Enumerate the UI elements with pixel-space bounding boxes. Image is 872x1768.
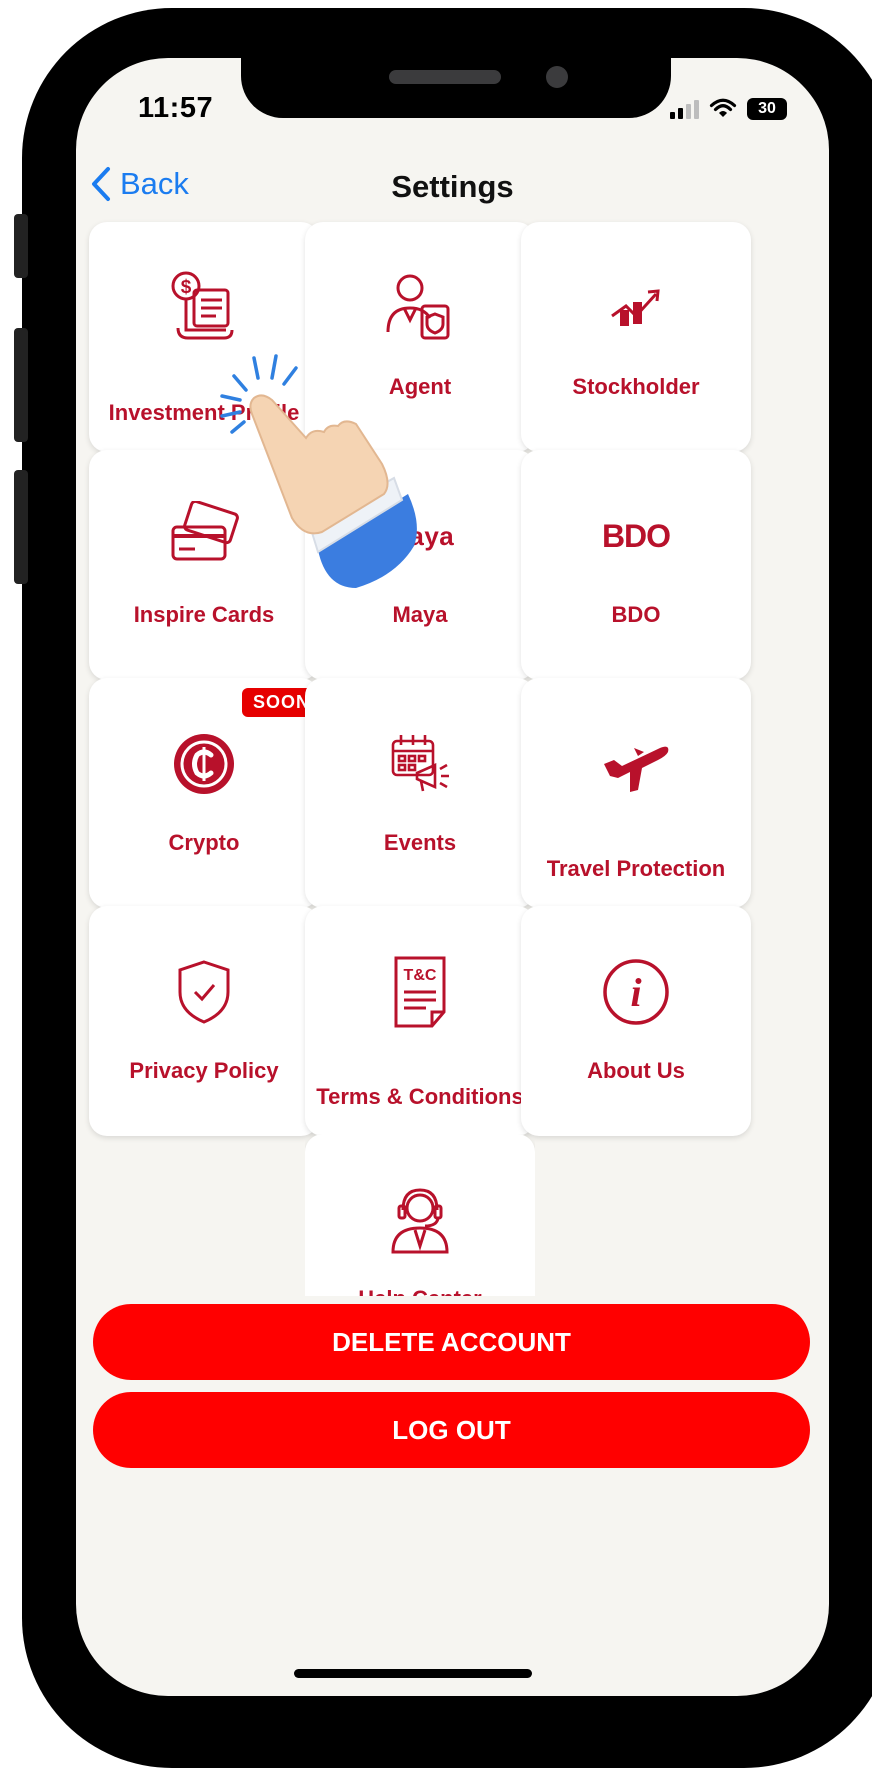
home-indicator [294, 1669, 532, 1678]
info-icon: i [521, 950, 751, 1034]
tile-label: Crypto [168, 830, 240, 855]
delete-account-button[interactable]: DELETE ACCOUNT [93, 1304, 810, 1380]
tile-label: Privacy Policy [129, 1058, 279, 1083]
status-time: 11:57 [138, 92, 214, 124]
mute-switch [14, 214, 28, 278]
tile-crypto[interactable]: SOON Crypto [89, 678, 321, 908]
tile-travel-protection[interactable]: Travel Protection [521, 678, 751, 908]
status-icons: 30 [670, 98, 787, 120]
page-title: Settings [391, 169, 514, 204]
terms-document-icon: T&C [305, 950, 535, 1034]
stock-chart-icon [521, 266, 751, 350]
tile-label: Events [383, 830, 457, 855]
tile-privacy-policy[interactable]: Privacy Policy [89, 906, 319, 1136]
cellular-signal-icon [670, 99, 699, 119]
tile-stockholder[interactable]: Stockholder [521, 222, 751, 452]
tapping-hand-icon [220, 354, 417, 588]
battery-icon: 30 [747, 98, 787, 120]
log-out-button[interactable]: LOG OUT [93, 1392, 810, 1468]
volume-down-button [14, 470, 28, 584]
crypto-coin-icon [89, 722, 319, 806]
tile-events[interactable]: Events [305, 678, 535, 908]
tile-label: Travel Protection [546, 856, 726, 881]
tile-bdo[interactable]: BDO BDO [521, 450, 751, 680]
svg-text:T&C: T&C [404, 967, 437, 984]
screen: 11:57 30 Back Settings $ Investment Prof… [76, 58, 829, 1696]
events-calendar-icon [305, 722, 535, 806]
tile-label: BDO [611, 602, 661, 627]
airplane-icon [521, 722, 751, 806]
tile-about-us[interactable]: i About Us [521, 906, 751, 1136]
bdo-logo: BDO [601, 517, 671, 554]
help-center-icon [305, 1178, 535, 1262]
tile-label: Stockholder [572, 374, 700, 399]
wifi-icon [709, 98, 737, 117]
tile-label: Help Center [311, 1285, 529, 1296]
svg-text:$: $ [181, 277, 192, 298]
tile-label: About Us [587, 1058, 685, 1083]
shield-check-icon [89, 950, 319, 1034]
tile-label: Terms & Conditions [316, 1084, 524, 1109]
volume-up-button [14, 328, 28, 442]
tile-help-center[interactable]: Help Center [305, 1134, 535, 1296]
notch [241, 58, 671, 118]
tile-terms-conditions[interactable]: T&C Terms & Conditions [305, 906, 535, 1136]
tile-help-center-clip: Help Center [305, 1134, 535, 1296]
svg-text:i: i [630, 970, 641, 1015]
